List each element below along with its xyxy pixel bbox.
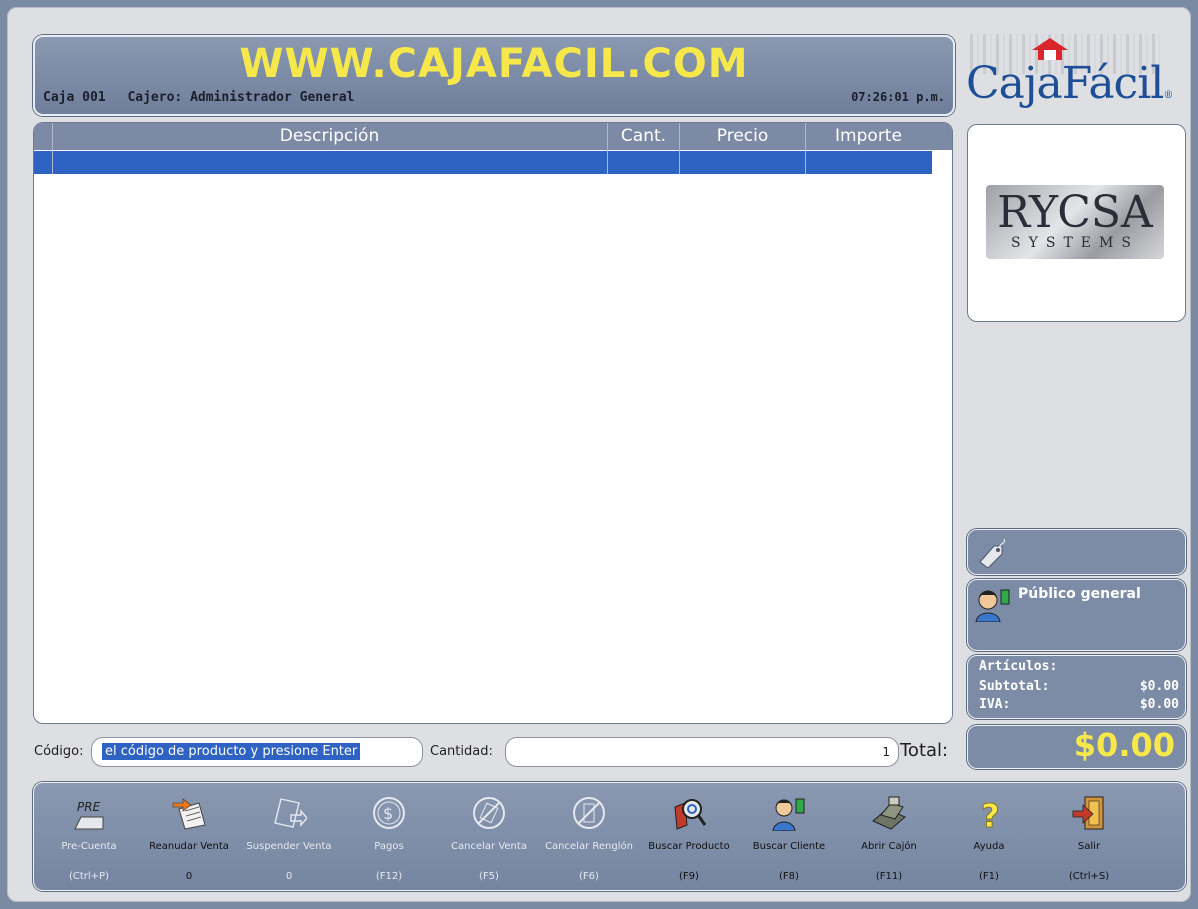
vendor-subtitle: SYSTEMS: [1011, 235, 1139, 251]
table-header: Descripción Cant. Precio Importe: [34, 123, 952, 150]
articles-label: Artículos:: [979, 659, 1058, 674]
cashier-name: Cajero: Administrador General: [127, 90, 355, 105]
search-customer-icon: [772, 798, 805, 831]
svg-text:$: $: [383, 804, 393, 823]
customer-name: Público general: [1018, 586, 1141, 602]
search-product-icon: [674, 799, 707, 830]
help-icon: ?: [981, 797, 1000, 831]
cajafacil-logo: CajaFácil®: [960, 30, 1184, 114]
customer-panel[interactable]: Público general: [967, 579, 1186, 651]
price-tag-icon: [979, 538, 1005, 568]
column-divider: [805, 123, 806, 174]
column-header-description[interactable]: Descripción: [52, 123, 608, 150]
shortcut-label: (Ctrl+P): [68, 871, 109, 882]
payments-icon: $: [373, 797, 405, 829]
total-label: Total:: [900, 740, 949, 761]
search-customer-button[interactable]: Buscar Cliente (F8): [739, 783, 839, 890]
exit-icon: [1072, 796, 1104, 830]
register-info: Caja 001 Cajero: Administrador General: [43, 90, 368, 105]
row-indicator-header: [34, 123, 53, 150]
button-label: Cancelar Venta: [451, 841, 527, 852]
suspend-sale-button[interactable]: Suspender Venta 0: [239, 783, 339, 890]
price-tag-panel[interactable]: [967, 529, 1186, 575]
logo-text: CajaFácil®: [966, 58, 1173, 109]
button-label: Reanudar Venta: [149, 841, 229, 852]
column-divider: [52, 123, 53, 174]
search-product-button[interactable]: Buscar Producto (F9): [639, 783, 739, 890]
shortcut-label: (Ctrl+S): [1068, 871, 1110, 882]
column-header-amount[interactable]: Importe: [806, 123, 931, 150]
cancel-line-icon: [573, 797, 605, 829]
product-code-text: el código de producto y presione Enter: [102, 743, 361, 760]
iva-value: $0.00: [1139, 697, 1179, 712]
sale-items-table[interactable]: Descripción Cant. Precio Importe: [33, 122, 953, 724]
open-drawer-button[interactable]: Abrir Cajón (F11): [839, 783, 939, 890]
subtotal-value: $0.00: [1139, 679, 1179, 694]
cancel-line-button[interactable]: Cancelar Renglón (F6): [539, 783, 639, 890]
svg-text:PRE: PRE: [77, 800, 101, 814]
button-label: Pagos: [374, 841, 404, 852]
product-code-input[interactable]: el código de producto y presione Enter: [91, 737, 423, 767]
shortcut-label: (F5): [479, 871, 499, 882]
shortcut-label: (F6): [579, 871, 599, 882]
button-label: Cancelar Renglón: [545, 841, 633, 852]
button-label: Abrir Cajón: [861, 841, 917, 852]
suspend-sale-icon: [274, 798, 307, 828]
table-scrollbar[interactable]: [932, 150, 952, 723]
register-number: Caja 001: [43, 90, 106, 105]
subtotal-label: Subtotal:: [979, 679, 1050, 694]
customer-icon: [975, 589, 1010, 622]
vendor-name: RYCSA: [997, 187, 1153, 238]
payments-button[interactable]: $ Pagos (F12): [339, 783, 439, 890]
total-panel: $0.00: [967, 725, 1186, 769]
quantity-input[interactable]: 1: [505, 737, 899, 767]
resume-sale-button[interactable]: Reanudar Venta 0: [139, 783, 239, 890]
svg-text:?: ?: [981, 797, 1000, 831]
totals-panel: Artículos: Subtotal: $0.00 IVA: $0.00: [967, 655, 1186, 719]
header-bar: WWW.CAJAFACIL.COM Caja 001 Cajero: Admin…: [33, 35, 955, 116]
button-label: Ayuda: [973, 841, 1005, 852]
exit-button[interactable]: Salir (Ctrl+S): [1039, 783, 1139, 890]
quantity-label: Cantidad:: [430, 744, 493, 759]
quantity-value: 1: [882, 745, 890, 759]
column-header-price[interactable]: Precio: [680, 123, 806, 150]
cash-drawer-icon: [872, 796, 906, 830]
code-label: Código:: [34, 744, 84, 759]
vendor-logo-panel: RYCSA SYSTEMS: [967, 124, 1186, 322]
cancel-sale-button[interactable]: Cancelar Venta (F5): [439, 783, 539, 890]
button-label: Suspender Venta: [246, 841, 332, 852]
rycsa-logo: RYCSA SYSTEMS: [986, 185, 1164, 259]
button-label: Pre-Cuenta: [61, 841, 117, 852]
button-label: Salir: [1077, 841, 1101, 852]
shortcut-label: (F1): [979, 871, 999, 882]
action-toolbar: PRE Pre-Cuenta (Ctrl+P) Reanudar Venta 0…: [33, 782, 1186, 891]
resume-sale-icon: [172, 798, 206, 830]
button-label: Buscar Producto: [648, 841, 730, 852]
column-divider: [679, 123, 680, 174]
shortcut-label: (F9): [679, 871, 699, 882]
site-title: WWW.CAJAFACIL.COM: [239, 41, 749, 87]
help-button[interactable]: ? Ayuda (F1): [939, 783, 1039, 890]
button-label: Buscar Cliente: [752, 841, 826, 852]
iva-label: IVA:: [979, 697, 1011, 712]
shortcut-label: (F8): [779, 871, 799, 882]
table-row[interactable]: [34, 151, 932, 174]
shortcut-label: (F12): [375, 871, 403, 882]
suspended-count: 0: [185, 871, 193, 882]
column-divider: [607, 123, 608, 174]
suspend-count: 0: [285, 871, 293, 882]
cancel-sale-icon: [473, 797, 505, 829]
total-value: $0.00: [1073, 726, 1175, 764]
pre-cuenta-button[interactable]: PRE Pre-Cuenta (Ctrl+P): [39, 783, 139, 890]
clock: 07:26:01 p.m.: [851, 90, 945, 104]
shortcut-label: (F11): [875, 871, 903, 882]
column-header-quantity[interactable]: Cant.: [608, 123, 680, 150]
pre-icon: PRE: [74, 800, 104, 830]
